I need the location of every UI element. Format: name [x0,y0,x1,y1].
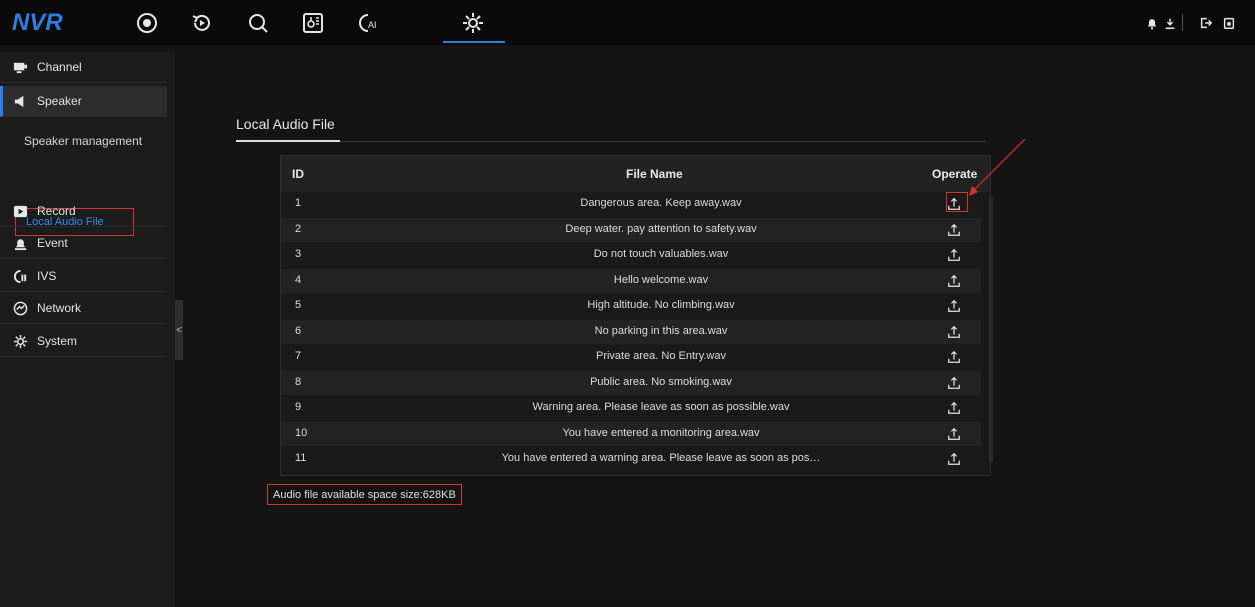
cell-id: 6 [295,324,302,337]
top-navigation-bar: NVR AI [0,0,1255,45]
tab-divider [236,141,986,142]
upload-icon[interactable] [945,272,963,290]
cell-id: 3 [295,248,302,260]
logout-icon[interactable] [1198,15,1214,31]
active-tab-indicator [236,140,340,142]
table-row: 9 Warning area. Please leave as soon as p… [281,396,981,420]
upload-icon[interactable] [945,221,963,239]
cell-file-name: Do not touch valuables.wav [593,248,729,260]
sidebar-item-network[interactable]: Network [0,293,167,324]
nvr-logo: NVR [12,9,63,36]
cell-file-name: Hello welcome.wav [613,273,709,286]
sidebar-collapse-handle[interactable]: < [175,300,183,360]
table-row: 5 High altitude. No climbing.wav [281,294,981,318]
sidebar-item-label: IVS [37,269,57,283]
cell-id: 11 [295,452,307,464]
playback-icon[interactable] [189,10,215,36]
upload-icon[interactable] [945,348,963,366]
cell-id: 10 [295,426,308,439]
search-icon[interactable] [245,10,271,36]
ai-icon[interactable]: AI [357,10,383,36]
sidebar-item-label: Network [37,301,82,315]
sidebar-item-label: System [37,334,78,348]
tab-local-audio-file[interactable]: Local Audio File [236,116,335,132]
user-icon[interactable] [1162,15,1178,31]
sidebar-item-speaker[interactable]: Speaker [0,86,167,117]
record-icon [12,203,28,219]
upload-icon[interactable] [945,297,963,315]
table-row: 2 Deep water. pay attention to safety.wav [281,217,981,242]
available-space-note: Audio file available space size:628KB [267,484,462,505]
cell-file-name: Dangerous area. Keep away.wav [580,197,742,209]
sidebar-subitem-speaker-management[interactable]: Speaker management [24,134,142,148]
sidebar-item-label: Event [37,236,68,250]
column-header-file-name: File Name [626,167,683,181]
cell-file-name: No parking in this area.wav [594,324,728,337]
upload-highlight-box [946,192,968,212]
active-nav-indicator [443,41,505,43]
sidebar-item-record[interactable]: Record [0,196,167,227]
sidebar-item-system[interactable]: System [0,326,167,357]
upload-icon[interactable] [945,323,963,341]
cell-id: 7 [295,350,302,362]
upload-icon[interactable] [945,450,963,468]
cell-id: 5 [295,299,302,311]
sidebar: Channel Speaker Speaker management Local… [0,52,175,607]
cell-file-name: You have entered a monitoring area.wav [562,426,760,439]
cell-id: 4 [295,273,302,286]
cell-file-name: Warning area. Please leave as soon as po… [532,401,790,413]
table-header: ID File Name Operate [281,156,990,192]
audio-file-table: ID File Name Operate 1 Dangerous area. Ke… [280,155,991,476]
sidebar-item-ivs[interactable]: IVS [0,261,167,292]
cell-file-name: Private area. No Entry.wav [595,350,726,362]
table-row: 10 You have entered a monitoring area.wav [281,421,981,446]
live-view-icon[interactable] [134,10,160,36]
cell-id: 8 [295,375,302,388]
upload-icon[interactable] [945,246,963,264]
table-row: 11 You have entered a warning area. Pleas… [281,447,981,471]
sidebar-item-channel[interactable]: Channel [0,52,167,83]
system-icon [12,333,28,349]
table-row: 8 Public area. No smoking.wav [281,370,981,395]
column-header-operate: Operate [932,167,978,181]
table-row: 3 Do not touch valuables.wav [281,243,981,267]
cell-file-name: You have entered a warning area. Please … [501,452,821,464]
sidebar-item-label: Record [37,204,76,218]
svg-text:AI: AI [368,20,377,30]
speaker-icon [12,93,28,109]
table-row: 4 Hello welcome.wav [281,268,981,293]
table-row: 7 Private area. No Entry.wav [281,345,981,369]
temperature-icon[interactable] [300,10,326,36]
cell-file-name: Deep water. pay attention to safety.wav [565,222,757,235]
ivs-icon [12,268,28,284]
settings-gear-icon[interactable] [460,10,486,36]
topbar-divider [1182,14,1183,31]
event-icon [12,235,28,251]
upload-icon[interactable] [945,425,963,443]
cell-file-name: Public area. No smoking.wav [590,375,732,388]
sidebar-item-label: Channel [37,60,82,74]
cell-file-name: High altitude. No climbing.wav [587,299,735,311]
network-icon [12,300,28,316]
upload-icon[interactable] [945,374,963,392]
cell-id: 1 [295,197,302,209]
bell-icon[interactable] [1144,15,1160,31]
cell-id: 9 [295,401,302,413]
cell-id: 2 [295,222,302,235]
monitor-icon [12,59,28,75]
sidebar-item-label: Speaker [37,94,82,108]
table-row: 6 No parking in this area.wav [281,319,981,344]
table-row: 1 Dangerous area. Keep away.wav [281,192,981,216]
column-header-id: ID [292,167,304,181]
upload-icon[interactable] [945,399,963,417]
sidebar-item-event[interactable]: Event [0,228,167,259]
table-scrollbar[interactable] [989,197,993,462]
lock-icon[interactable] [1221,15,1237,31]
